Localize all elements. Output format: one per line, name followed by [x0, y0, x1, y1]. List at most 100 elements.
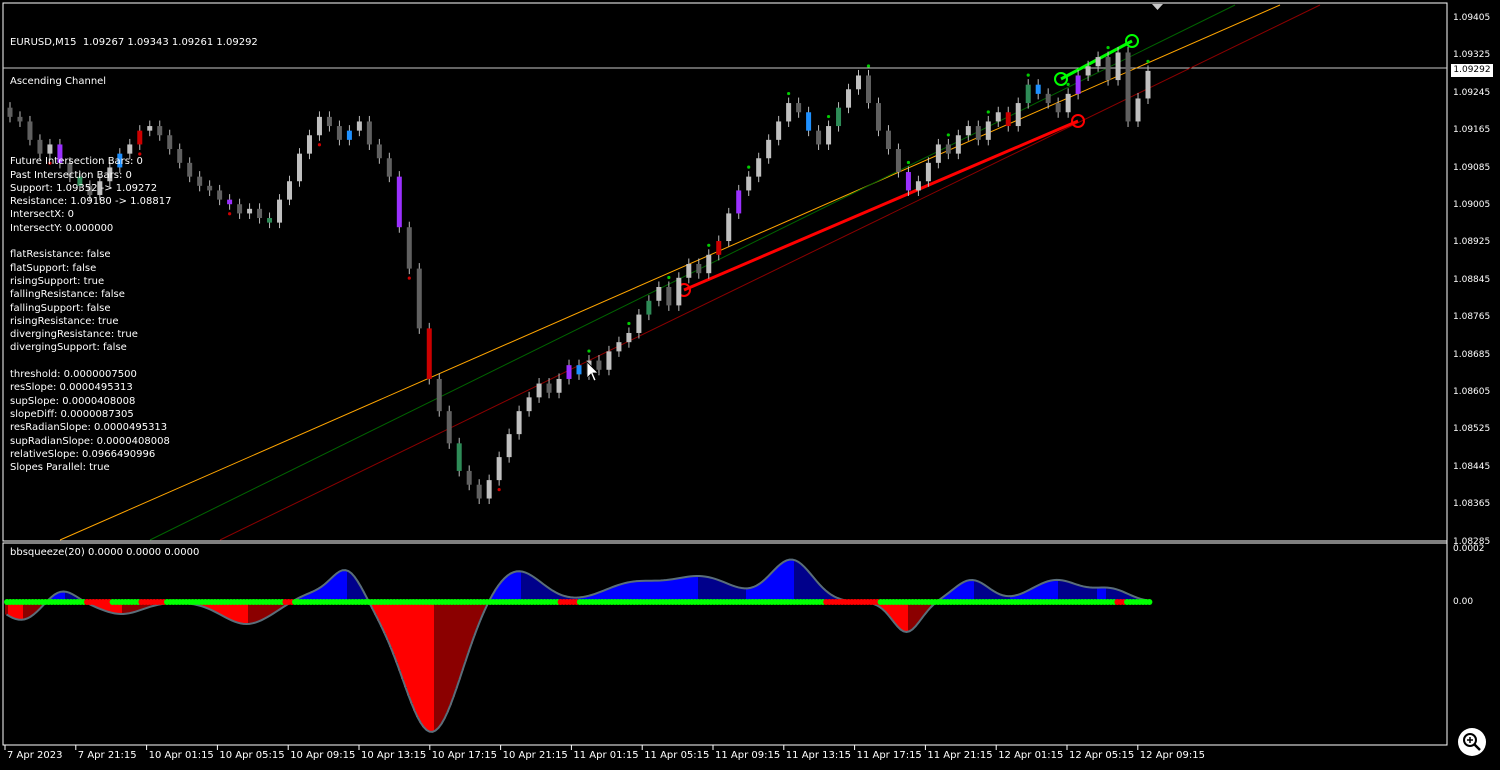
squeeze-bar	[713, 578, 716, 602]
zoom-icon[interactable]	[1457, 727, 1487, 757]
squeeze-bar	[641, 580, 644, 602]
price-axis-label: 1.08605	[1453, 387, 1491, 397]
squeeze-bar	[512, 572, 515, 602]
squeeze-bar	[509, 573, 512, 602]
squeeze-bar	[671, 579, 674, 602]
candle-body	[1005, 112, 1011, 127]
info-line: Future Intersection Bars: 0	[10, 156, 143, 168]
candle-body	[336, 126, 342, 140]
symbol-line: EURUSD,M15 1.09267 1.09343 1.09261 1.092…	[10, 36, 258, 48]
candle-body	[566, 365, 572, 379]
squeeze-bar	[710, 577, 713, 602]
candle-body	[676, 277, 682, 306]
swing-high-dot	[946, 133, 950, 137]
info-line: IntersectX: 0	[10, 209, 75, 221]
candle-body	[476, 484, 482, 499]
squeeze-bar	[815, 580, 818, 602]
candle-body	[436, 378, 442, 412]
swing-high-dot	[1066, 82, 1070, 86]
squeeze-bar	[896, 602, 899, 627]
candle-body	[736, 190, 742, 214]
candle-body	[1135, 98, 1141, 122]
candle-body	[716, 241, 722, 255]
swing-high-dot	[1146, 59, 1150, 63]
squeeze-bar	[662, 580, 665, 602]
squeeze-bar	[530, 575, 533, 602]
candle-body	[277, 199, 283, 223]
squeeze-bar	[716, 579, 719, 602]
squeeze-bar	[536, 579, 539, 602]
time-axis-label: 10 Apr 17:15	[431, 750, 497, 761]
squeeze-bar	[353, 576, 356, 602]
squeeze-bar	[638, 580, 641, 602]
squeeze-bar	[698, 576, 701, 602]
candle-body	[726, 213, 732, 242]
candle-body	[416, 268, 422, 329]
candle-body	[826, 126, 832, 145]
candle-body	[1125, 52, 1131, 122]
time-axis-label: 10 Apr 13:15	[361, 750, 427, 761]
squeeze-bar	[965, 580, 968, 602]
squeeze-bar	[797, 561, 800, 602]
squeeze-bar	[704, 576, 707, 602]
candle-body	[396, 176, 402, 228]
candle-body	[257, 208, 263, 219]
candle-body	[296, 153, 302, 182]
squeeze-bar	[452, 602, 455, 697]
squeeze-bar	[443, 602, 446, 719]
squeeze-bar	[722, 581, 725, 602]
price-axis-label: 1.09165	[1453, 125, 1491, 136]
candle-body	[1035, 84, 1041, 94]
swing-low-dot	[317, 143, 322, 147]
candle-body	[985, 121, 991, 140]
squeeze-bar	[914, 602, 917, 627]
candle-body	[696, 264, 702, 274]
squeeze-bar	[467, 602, 470, 653]
time-axis-label: 10 Apr 09:15	[290, 750, 356, 761]
candle-body	[526, 397, 532, 412]
info-line: relativeSlope: 0.0966490996	[10, 448, 156, 460]
squeeze-bar	[971, 579, 974, 602]
swing-high-dot	[1026, 73, 1030, 77]
candle-body	[287, 181, 293, 200]
info-line: IntersectY: 0.000000	[10, 222, 114, 234]
swing-low-dot	[407, 276, 411, 280]
squeeze-bar	[707, 577, 710, 602]
squeeze-bar	[779, 564, 782, 602]
squeeze-bar	[428, 602, 431, 732]
squeeze-bar	[683, 577, 686, 602]
squeeze-bar	[785, 560, 788, 602]
squeeze-bar	[773, 569, 776, 602]
squeeze-bar	[635, 581, 638, 602]
candle-body	[406, 227, 412, 269]
squeeze-bar	[656, 580, 659, 602]
squeeze-bar	[788, 559, 791, 602]
squeeze-bar	[398, 602, 401, 671]
time-axis-label: 11 Apr 13:15	[785, 750, 851, 761]
time-axis-label: 7 Apr 2023	[7, 750, 63, 761]
candle-body	[466, 470, 472, 485]
squeeze-bar	[350, 573, 353, 602]
squeeze-bar	[812, 577, 815, 602]
candle-body	[836, 107, 842, 127]
squeeze-bar	[908, 602, 911, 632]
swing-high-dot	[787, 91, 791, 96]
price-axis-label: 1.08925	[1453, 237, 1491, 248]
candle-body	[606, 351, 612, 370]
squeeze-bar	[794, 560, 797, 602]
indicator-panel[interactable]	[2, 542, 1448, 746]
squeeze-bar	[515, 571, 518, 602]
squeeze-bar	[776, 566, 779, 602]
squeeze-dots	[4, 599, 1153, 605]
candle-body	[776, 121, 782, 140]
candle-body	[975, 126, 981, 140]
candle-body	[326, 116, 332, 127]
candle-body	[905, 172, 911, 191]
candle-body	[267, 218, 273, 223]
time-axis-label: 11 Apr 09:15	[715, 750, 781, 761]
squeeze-bar	[689, 576, 692, 602]
squeeze-bar	[1064, 581, 1067, 602]
info-line	[10, 235, 258, 248]
candle-body	[865, 75, 871, 104]
candle-body	[346, 130, 352, 140]
